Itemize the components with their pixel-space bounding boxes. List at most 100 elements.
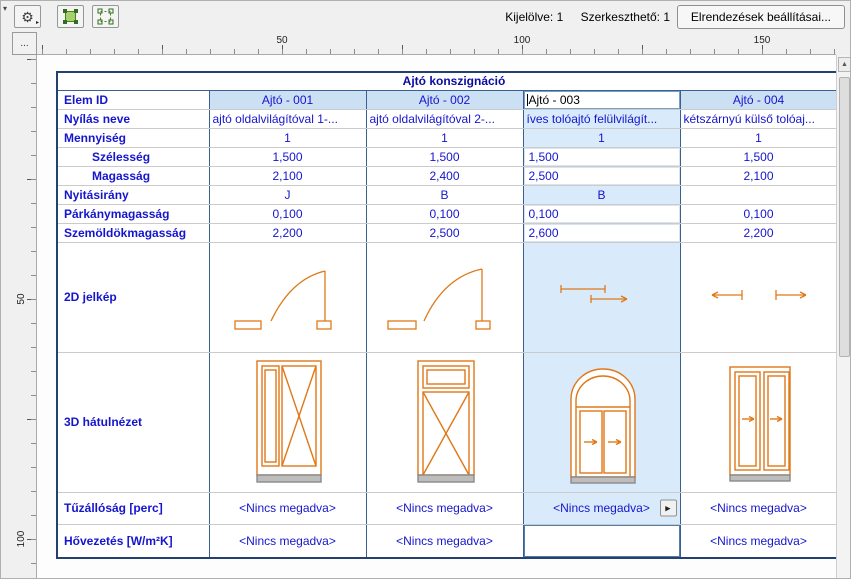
table-row: Magasság 2,100 2,400 2,500 2,100 bbox=[57, 166, 850, 185]
cell-qty-door4[interactable]: 1 bbox=[680, 128, 837, 147]
row-label-width: Szélesség bbox=[57, 147, 209, 166]
table-row: Nyílás neve ajtó oldalvilágítóval 1-... … bbox=[57, 109, 850, 128]
cell-dir-door1[interactable]: J bbox=[209, 185, 366, 204]
row-label-heat-transfer: Hővezetés [W/m²K] bbox=[57, 524, 209, 558]
cell-width-door2[interactable]: 1,500 bbox=[366, 147, 523, 166]
door-3d-transom-icon bbox=[370, 355, 520, 489]
fire-value: <Nincs megadva> bbox=[553, 501, 650, 515]
cell-3d-door1[interactable] bbox=[209, 352, 366, 492]
schedule-window: ▾ ⚙ ▸ Kijelölve: 1 Szer bbox=[0, 0, 851, 579]
door-3d-arched-sliding-icon bbox=[527, 355, 677, 489]
cell-dir-door3[interactable]: B bbox=[523, 185, 680, 204]
table-row: Hővezetés [W/m²K] <Nincs megadva> <Nincs… bbox=[57, 524, 850, 558]
cell-elem-id-door1[interactable]: Ajtó - 001 bbox=[209, 90, 366, 109]
cell-2d-door2[interactable] bbox=[366, 242, 523, 352]
palette-flyout-arrow-icon[interactable]: ▾ bbox=[3, 4, 7, 13]
cell-fire-door4[interactable]: <Nincs megadva> bbox=[680, 492, 837, 524]
door-3d-double-sliding-icon bbox=[684, 355, 834, 489]
cell-name-door1[interactable]: ajtó oldalvilágítóval 1-... bbox=[209, 109, 366, 128]
cell-height-door4[interactable]: 2,100 bbox=[680, 166, 837, 185]
status-editable: Szerkeszthető: 1 bbox=[581, 10, 670, 24]
cell-3d-door4[interactable] bbox=[680, 352, 837, 492]
door-schedule-table: Ajtó konszignáció Elem ID Ajtó - 001 Ajt… bbox=[56, 71, 850, 559]
row-label-3d-back-view: 3D hátulnézet bbox=[57, 352, 209, 492]
row-label-2d-symbol: 2D jelkép bbox=[57, 242, 209, 352]
row-label-opening-name: Nyílás neve bbox=[57, 109, 209, 128]
cell-qty-door3[interactable]: 1 bbox=[523, 128, 680, 147]
cell-3d-door2[interactable] bbox=[366, 352, 523, 492]
cell-fire-door1[interactable]: <Nincs megadva> bbox=[209, 492, 366, 524]
table-row: Nyitásirány J B B bbox=[57, 185, 850, 204]
vertical-scrollbar[interactable]: ▲ bbox=[836, 55, 851, 579]
cell-qty-door2[interactable]: 1 bbox=[366, 128, 523, 147]
horizontal-ruler: 50 100 150 bbox=[37, 32, 836, 55]
marquee-dashed-icon bbox=[96, 7, 115, 26]
schedule-title: Ajtó konszignáció bbox=[57, 72, 850, 90]
scheme-settings-button[interactable]: ⚙ ▸ bbox=[14, 5, 41, 28]
cell-header-door1[interactable]: 2,200 bbox=[209, 223, 366, 242]
cell-fire-door3[interactable]: <Nincs megadva> ▶ bbox=[523, 492, 680, 524]
door-2d-double-sliding-icon bbox=[684, 247, 834, 347]
cell-fire-door2[interactable]: <Nincs megadva> bbox=[366, 492, 523, 524]
cell-heat-door1[interactable]: <Nincs megadva> bbox=[209, 524, 366, 558]
cell-name-door3[interactable]: íves tolóajtó felülvilágít... bbox=[523, 109, 680, 128]
cell-height-door2[interactable]: 2,400 bbox=[366, 166, 523, 185]
cell-elem-id-door3-editing[interactable]: Ajtó - 003 bbox=[523, 90, 680, 109]
cell-height-door3-editable[interactable]: 2,500 bbox=[523, 166, 680, 185]
cell-heat-door4[interactable]: <Nincs megadva> bbox=[680, 524, 837, 558]
cell-heat-door2[interactable]: <Nincs megadva> bbox=[366, 524, 523, 558]
status-selected: Kijelölve: 1 bbox=[505, 10, 563, 24]
layout-settings-button[interactable]: Elrendezések beállításai... bbox=[677, 5, 845, 29]
cell-elem-id-door4[interactable]: Ajtó - 004 bbox=[680, 90, 837, 109]
cell-sill-door3-editable[interactable]: 0,100 bbox=[523, 204, 680, 223]
cell-height-door1[interactable]: 2,100 bbox=[209, 166, 366, 185]
row-label-header-height: Szemöldökmagasság bbox=[57, 223, 209, 242]
select-editable-elements-button[interactable] bbox=[92, 5, 119, 28]
ruler-options-button[interactable]: ... bbox=[12, 32, 37, 55]
select-all-elements-button[interactable] bbox=[57, 5, 84, 28]
cell-name-door2[interactable]: ajtó oldalvilágítóval 2-... bbox=[366, 109, 523, 128]
cell-width-door3-editable[interactable]: 1,500 bbox=[523, 147, 680, 166]
cell-dir-door2[interactable]: B bbox=[366, 185, 523, 204]
row-label-opening-direction: Nyitásirány bbox=[57, 185, 209, 204]
ruler-mark: 50 bbox=[16, 289, 30, 309]
cell-name-door4[interactable]: kétszárnyú külső tolóaj... bbox=[680, 109, 837, 128]
value-flyout-button[interactable]: ▶ bbox=[660, 500, 677, 517]
text-caret bbox=[527, 94, 528, 106]
elem-id-edit-text: Ajtó - 003 bbox=[529, 93, 580, 107]
ruler-mark: 100 bbox=[16, 529, 30, 549]
ruler-mark: 50 bbox=[270, 35, 294, 46]
cell-width-door1[interactable]: 1,500 bbox=[209, 147, 366, 166]
cell-3d-door3[interactable] bbox=[523, 352, 680, 492]
cell-heat-door3-editing[interactable] bbox=[523, 524, 680, 558]
cell-dir-door4[interactable] bbox=[680, 185, 837, 204]
selection-status: Kijelölve: 1 Szerkeszthető: 1 bbox=[505, 10, 670, 24]
cell-header-door4[interactable]: 2,200 bbox=[680, 223, 837, 242]
door-2d-sliding-icon bbox=[527, 247, 677, 347]
toolbar: ▾ ⚙ ▸ Kijelölve: 1 Szer bbox=[1, 1, 850, 32]
cell-sill-door2[interactable]: 0,100 bbox=[366, 204, 523, 223]
cell-2d-door3[interactable] bbox=[523, 242, 680, 352]
table-row: 2D jelkép bbox=[57, 242, 850, 352]
door-2d-swing-sidelight-icon bbox=[370, 247, 520, 347]
cell-2d-door4[interactable] bbox=[680, 242, 837, 352]
scrollbar-thumb[interactable] bbox=[839, 77, 850, 357]
door-3d-sidelight-icon bbox=[213, 355, 363, 489]
marquee-filled-icon bbox=[61, 7, 80, 26]
cell-sill-door4[interactable]: 0,100 bbox=[680, 204, 837, 223]
cell-qty-door1[interactable]: 1 bbox=[209, 128, 366, 147]
scroll-up-button[interactable]: ▲ bbox=[838, 57, 851, 72]
cell-elem-id-door2[interactable]: Ajtó - 002 bbox=[366, 90, 523, 109]
cell-sill-door1[interactable]: 0,100 bbox=[209, 204, 366, 223]
cell-header-door2[interactable]: 2,500 bbox=[366, 223, 523, 242]
cell-width-door4[interactable]: 1,500 bbox=[680, 147, 837, 166]
cell-2d-door1[interactable] bbox=[209, 242, 366, 352]
vertical-ruler: 50 100 bbox=[12, 55, 37, 579]
row-label-height: Magasság bbox=[57, 166, 209, 185]
table-row: Tűzállóság [perc] <Nincs megadva> <Nincs… bbox=[57, 492, 850, 524]
row-label-sill-height: Párkánymagasság bbox=[57, 204, 209, 223]
cell-header-door3-editable[interactable]: 2,600 bbox=[523, 223, 680, 242]
table-row: Szemöldökmagasság 2,200 2,500 2,600 2,20… bbox=[57, 223, 850, 242]
door-2d-swing-sidelight-icon bbox=[213, 247, 363, 347]
table-row: 3D hátulnézet bbox=[57, 352, 850, 492]
